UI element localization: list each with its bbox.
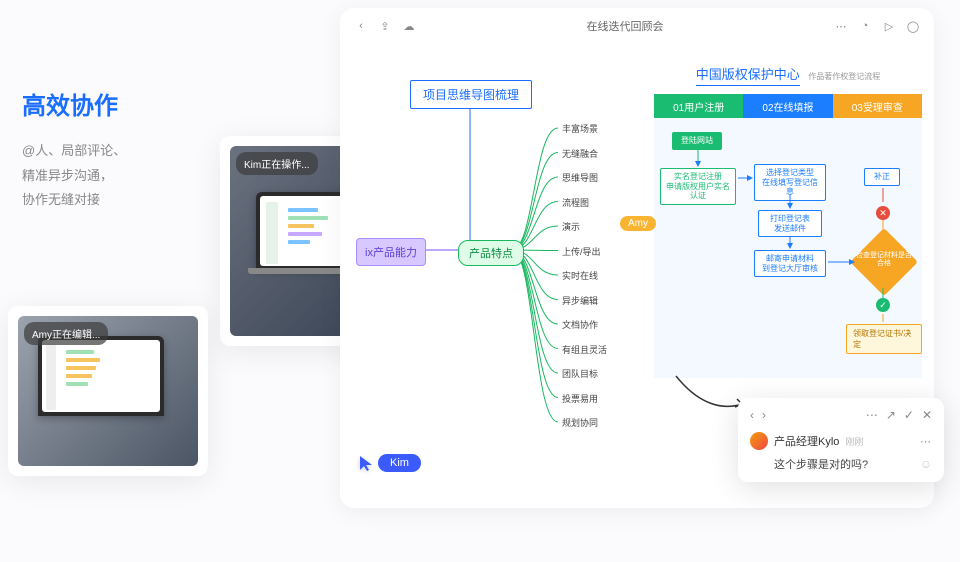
- editing-badge-kim: Kim正在操作...: [236, 152, 318, 175]
- flowchart-subtitle: 作品著作权登记流程: [808, 72, 880, 81]
- avatar: [750, 432, 768, 450]
- mindmap-title[interactable]: 项目思维导图梳理: [410, 80, 532, 109]
- mindmap-leaf[interactable]: 丰富场景: [562, 122, 598, 135]
- hero-text: 高效协作 @人、局部评论、 精准异步沟通， 协作无缝对接: [22, 86, 162, 213]
- presence-chip-kim: Kim: [378, 454, 421, 472]
- mindmap-leaf[interactable]: 流程图: [562, 196, 589, 209]
- mindmap[interactable]: 项目思维导图梳理 ix产品能力 产品特点 丰富场景无缝融合思维导图流程图演示上传…: [350, 64, 640, 484]
- mindmap-leaf[interactable]: 投票易用: [562, 392, 598, 405]
- hero-title: 高效协作: [22, 86, 162, 121]
- mindmap-leaf[interactable]: 文档协作: [562, 318, 598, 331]
- back-icon[interactable]: ‹: [354, 19, 368, 33]
- fc-step-mail[interactable]: 邮寄申请材料 到登记大厅审核: [754, 250, 826, 277]
- comment-text: 这个步骤是对的吗?: [774, 456, 868, 472]
- fc-result[interactable]: 领取登记证书/决定: [846, 324, 922, 354]
- fc-step-print[interactable]: 打印登记表 发送邮件: [758, 210, 822, 237]
- fc-col-3: 03受理审查: [833, 94, 922, 118]
- mindmap-leaf[interactable]: 思维导图: [562, 171, 598, 184]
- mindmap-leaf[interactable]: 实时在线: [562, 269, 598, 282]
- presence-chip-amy: Amy: [620, 216, 656, 231]
- fc-step-login[interactable]: 登陆网站: [672, 132, 722, 150]
- flowchart[interactable]: 中国版权保护中心 作品著作权登记流程 01用户注册 02在线填报 03受理审查 …: [654, 64, 922, 404]
- next-comment-icon[interactable]: ›: [762, 408, 766, 422]
- comment-more-icon[interactable]: ⋯: [866, 408, 878, 422]
- chat-icon[interactable]: ◯: [906, 19, 920, 33]
- emoji-icon[interactable]: ☺: [920, 457, 932, 471]
- share-icon[interactable]: ⇪: [378, 19, 392, 33]
- flowchart-title: 中国版权保护中心: [696, 64, 800, 86]
- mindmap-hub[interactable]: 产品特点: [458, 240, 524, 266]
- mindmap-root[interactable]: ix产品能力: [356, 238, 426, 266]
- editing-badge-amy: Amy正在编辑...: [24, 322, 108, 345]
- presence-cursor-kim: Kim: [358, 454, 421, 472]
- mindmap-leaf[interactable]: 无缝融合: [562, 147, 598, 160]
- prev-comment-icon[interactable]: ‹: [750, 408, 754, 422]
- clock-icon[interactable]: ◔: [858, 19, 872, 33]
- fc-col-2: 02在线填报: [743, 94, 832, 118]
- mindmap-leaf[interactable]: 异步编辑: [562, 294, 598, 307]
- mindmap-leaf[interactable]: 有组且灵活: [562, 343, 607, 356]
- cursor-icon: [358, 454, 374, 472]
- comment-time: 刚刚: [845, 435, 863, 448]
- play-icon[interactable]: ▷: [882, 19, 896, 33]
- fc-step-register[interactable]: 实名登记注册 申请版权用户实名认证: [660, 168, 736, 205]
- preview-photo-amy: Amy正在编辑...: [8, 306, 208, 476]
- comment-resolve-icon[interactable]: ✓: [904, 408, 914, 422]
- fc-accept-icon: ✓: [876, 298, 890, 312]
- fc-reject-icon: ✕: [876, 206, 890, 220]
- fc-step-fix[interactable]: 补正: [864, 168, 900, 186]
- mindmap-leaf[interactable]: 上传/导出: [562, 245, 601, 258]
- comment-author: 产品经理Kylo: [774, 433, 839, 449]
- more-icon[interactable]: ⋯: [834, 19, 848, 33]
- fc-col-1: 01用户注册: [654, 94, 743, 118]
- comment-item-more-icon[interactable]: ⋯: [920, 435, 932, 448]
- fc-step-select[interactable]: 选择登记类型 在线填写登记信息: [754, 164, 826, 201]
- mindmap-leaf[interactable]: 演示: [562, 220, 580, 233]
- toolbar: ‹ ⇪ ☁ 在线迭代回顾会 ⋯ ◔ ▷ ◯: [340, 8, 934, 44]
- mindmap-leaf[interactable]: 规划协同: [562, 416, 598, 429]
- doc-title[interactable]: 在线迭代回顾会: [416, 18, 834, 34]
- hero-desc: @人、局部评论、 精准异步沟通， 协作无缝对接: [22, 139, 162, 213]
- comment-panel: ‹ › ⋯ ↗ ✓ ✕ 产品经理Kylo 刚刚 ⋯ 这个步骤是对的吗? ☺: [738, 398, 944, 482]
- cloud-icon[interactable]: ☁: [402, 19, 416, 33]
- comment-close-icon[interactable]: ✕: [922, 408, 932, 422]
- comment-link-icon[interactable]: ↗: [886, 408, 896, 422]
- mindmap-leaf[interactable]: 团队目标: [562, 367, 598, 380]
